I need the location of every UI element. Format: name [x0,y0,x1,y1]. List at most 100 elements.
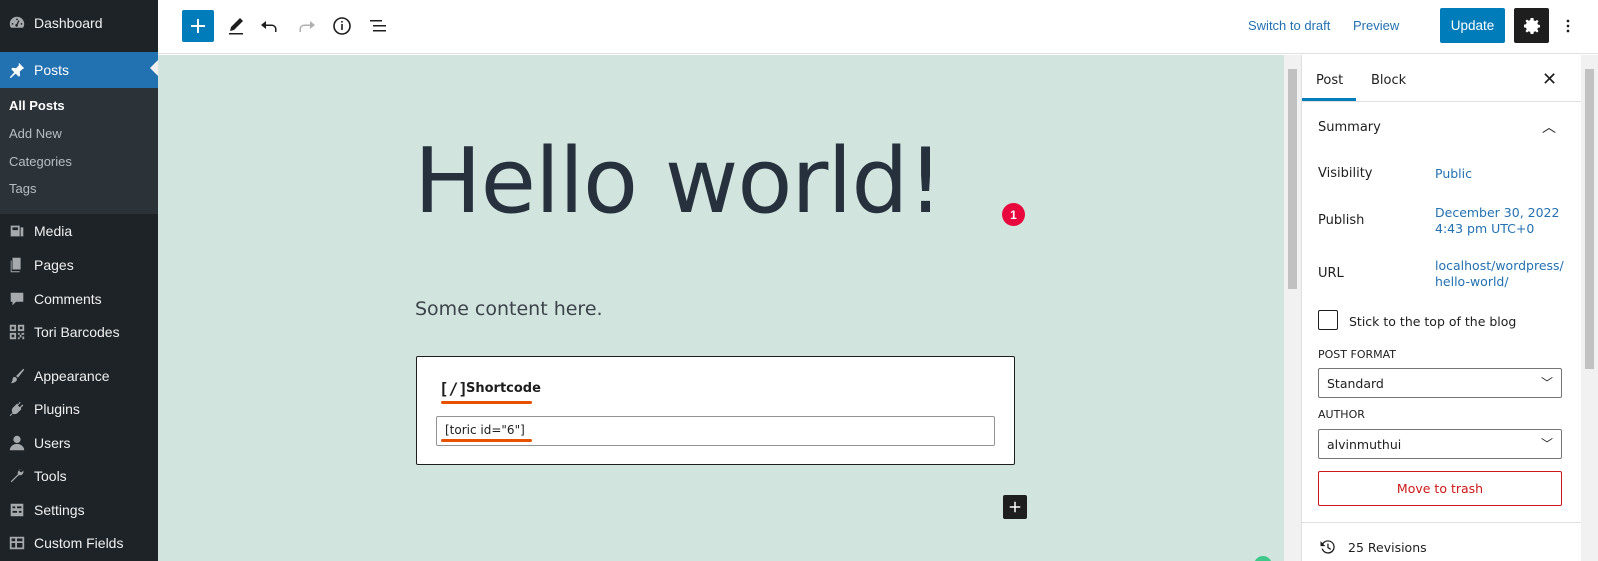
dashboard-icon [7,13,27,33]
menu-item-label: Appearance [34,368,110,384]
menu-item-label: Tori Barcodes [34,324,120,340]
canvas-scrollbar[interactable] [1284,55,1301,561]
url-value[interactable]: localhost/wordpress/ hello-world/ [1435,258,1570,290]
pin-icon [7,60,27,80]
annotation-underline [441,401,532,404]
shortcode-block[interactable]: [/] Shortcode [toric id="6"] [416,356,1015,465]
menu-item-settings[interactable]: Settings [0,494,158,526]
author-value: alvinmuthui [1327,437,1402,452]
info-icon [333,17,351,35]
menu-item-label: Users [34,435,71,451]
move-to-trash-button[interactable]: Move to trash [1318,471,1562,506]
brush-icon [7,366,27,386]
publish-label: Publish [1318,213,1365,228]
details-button[interactable] [328,12,356,40]
divider [1302,101,1582,102]
settings-icon [7,500,27,520]
undo-button[interactable] [256,12,284,40]
options-button[interactable] [1558,12,1578,40]
redo-icon [299,21,315,32]
users-icon [7,433,27,453]
redo-button[interactable] [292,12,320,40]
post-format-select[interactable]: Standard ﹀ [1318,368,1562,398]
menu-item-comments[interactable]: Comments [0,283,158,315]
preview-link[interactable]: Preview [1353,18,1399,33]
summary-panel-title[interactable]: Summary [1318,120,1381,135]
scrollbar-thumb[interactable] [1585,69,1594,369]
close-icon[interactable]: ✕ [1542,69,1557,90]
publish-value[interactable]: December 30, 2022 4:43 pm UTC+0 [1435,205,1570,237]
submenu-tags[interactable]: Tags [9,181,36,196]
table-icon [7,533,27,553]
tab-block[interactable]: Block [1371,73,1406,88]
wrench-icon [7,466,27,486]
scrollbar-thumb[interactable] [1288,69,1297,289]
post-title[interactable]: Hello world! [414,129,944,234]
admin-menu: Dashboard Posts All Posts Add New Catego… [0,0,158,561]
menu-item-custom-fields[interactable]: Custom Fields [0,527,158,559]
post-format-label: POST FORMAT [1318,348,1396,361]
publish-date: December 30, 2022 [1435,205,1560,220]
stick-to-top-checkbox[interactable] [1318,310,1338,330]
menu-item-users[interactable]: Users [0,427,158,459]
list-view-button[interactable] [364,12,392,40]
menu-item-posts[interactable]: Posts [0,52,158,88]
sidebar-scrollbar[interactable] [1581,55,1598,561]
menu-item-label: Settings [34,502,85,518]
block-inserter-button[interactable] [182,10,214,42]
menu-item-plugins[interactable]: Plugins [0,393,158,425]
submenu-all-posts[interactable]: All Posts [9,98,65,113]
pencil-icon [229,18,243,35]
comments-icon [7,289,27,309]
switch-to-draft-link[interactable]: Switch to draft [1248,18,1330,33]
stick-to-top-label[interactable]: Stick to the top of the blog [1349,314,1516,329]
history-icon [1320,540,1335,554]
menu-item-label: Media [34,223,73,239]
chevron-up-icon[interactable]: ︿ [1542,117,1556,137]
url-label: URL [1318,266,1344,281]
menu-item-tools[interactable]: Tools [0,460,158,492]
author-select[interactable]: alvinmuthui ﹀ [1318,429,1562,459]
undo-icon [261,21,277,32]
url-line: localhost/wordpress/ [1435,258,1564,273]
update-button[interactable]: Update [1440,8,1505,43]
tools-button[interactable] [222,12,250,40]
divider [1302,522,1582,523]
menu-item-label: Plugins [34,401,80,417]
menu-item-label: Pages [34,257,74,273]
menu-item-pages[interactable]: Pages [0,249,158,281]
editor-canvas: Hello world! 1 Some content here. [/] Sh… [158,55,1284,561]
shortcode-icon: [/] [439,379,468,398]
visibility-label: Visibility [1318,166,1373,181]
settings-sidebar: Post Block ✕ Summary ︿ Visibility Public… [1301,55,1582,561]
pages-icon [7,255,27,275]
menu-item-label: Posts [34,62,70,78]
annotation-badge: 1 [1002,203,1025,226]
posts-submenu: All Posts Add New Categories Tags [0,88,158,214]
post-format-value: Standard [1327,376,1384,391]
menu-item-dashboard[interactable]: Dashboard [0,7,158,39]
visibility-value[interactable]: Public [1435,166,1570,182]
chevron-down-icon: ﹀ [1540,376,1553,390]
revisions-link[interactable]: 25 Revisions [1318,537,1427,557]
add-block-button[interactable] [1003,495,1027,519]
author-label: AUTHOR [1318,408,1365,421]
plus-icon [191,19,205,33]
list-view-icon [370,20,386,32]
media-icon [7,221,27,241]
menu-item-media[interactable]: Media [0,215,158,247]
menu-item-tori-barcodes[interactable]: Tori Barcodes [0,316,158,348]
annotation-underline [441,439,532,442]
submenu-categories[interactable]: Categories [9,154,72,169]
submenu-add-new[interactable]: Add New [9,126,62,141]
settings-button[interactable] [1514,8,1549,43]
menu-item-label: Tools [34,468,67,484]
chevron-down-icon: ﹀ [1540,437,1553,451]
menu-item-label: Dashboard [34,15,103,31]
plugin-icon [7,399,27,419]
menu-item-appearance[interactable]: Appearance [0,360,158,392]
paragraph-block[interactable]: Some content here. [415,298,603,320]
url-line: hello-world/ [1435,274,1509,289]
menu-item-label: Custom Fields [34,535,124,551]
tab-post[interactable]: Post [1316,73,1343,88]
